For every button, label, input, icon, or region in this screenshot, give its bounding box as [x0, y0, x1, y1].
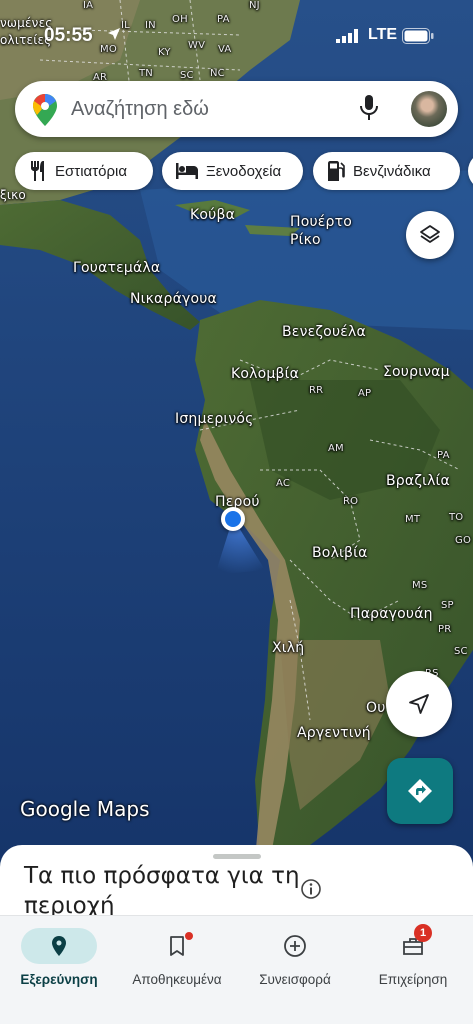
microphone-icon[interactable] [360, 95, 378, 121]
nav-label: Αποθηκευμένα [132, 972, 222, 987]
nav-business[interactable]: 1 Επιχείρηση [354, 922, 472, 992]
sheet-drag-handle[interactable] [213, 854, 261, 859]
state-code: MT [405, 514, 421, 525]
category-chips: Εστιατόρια Ξενοδοχεία Βενζινάδικα [0, 152, 473, 192]
label-suriname: Σουριναμ [383, 364, 450, 380]
chip-more[interactable] [468, 152, 473, 190]
state-code: MS [412, 580, 428, 591]
my-location-button[interactable] [386, 671, 452, 737]
notification-badge: 1 [414, 924, 432, 942]
label-bolivia: Βολιβία [312, 545, 368, 561]
state-code: SC [454, 646, 468, 657]
label-colombia: Κολομβία [231, 366, 300, 382]
nav-saved[interactable]: Αποθηκευμένα [118, 922, 236, 992]
state-code: SP [441, 600, 454, 611]
state-code: AM [328, 443, 344, 454]
signal-icon [336, 29, 358, 43]
bottom-navigation: Εξερεύνηση Αποθηκευμένα Συνεισφορά 1 Επι… [0, 915, 473, 1024]
chip-restaurants[interactable]: Εστιατόρια [15, 152, 153, 190]
gas-station-icon [328, 161, 345, 181]
chip-label: Βενζινάδικα [353, 162, 431, 180]
explore-pin-icon [52, 936, 66, 956]
nav-label: Εξερεύνηση [20, 972, 98, 987]
chip-hotels[interactable]: Ξενοδοχεία [162, 152, 303, 190]
label-paraguay: Παραγουάη [350, 606, 433, 622]
label-uruguay: Ου [366, 700, 386, 716]
hotel-icon [176, 163, 198, 179]
nav-label: Επιχείρηση [378, 972, 448, 987]
state-code: IA [83, 0, 94, 11]
chip-label: Εστιατόρια [55, 162, 127, 180]
state-code: NC [210, 68, 225, 79]
navigation-arrow-icon [409, 694, 429, 714]
state-code: PR [438, 624, 452, 635]
chip-gas-stations[interactable]: Βενζινάδικα [313, 152, 460, 190]
add-circle-icon [284, 935, 306, 957]
nav-contribute[interactable]: Συνεισφορά [236, 922, 354, 992]
label-guatemala: Γουατεμάλα [73, 260, 161, 276]
directions-icon [408, 779, 432, 803]
label-argentina: Αργεντινή [297, 725, 371, 741]
chip-label: Ξενοδοχεία [206, 162, 282, 180]
label-puerto-rico: Πουέρτο Ρίκο [290, 214, 353, 248]
status-bar: 05:55 LTE [0, 22, 473, 50]
google-maps-pin-icon [33, 94, 57, 126]
state-code: RO [343, 496, 359, 507]
directions-button[interactable] [387, 758, 453, 824]
state-code: NJ [249, 0, 260, 11]
state-code: GO [455, 535, 472, 546]
label-venezuela: Βενεζουέλα [282, 324, 366, 340]
network-type: LTE [368, 26, 398, 43]
layers-button[interactable] [406, 211, 454, 259]
nav-explore[interactable]: Εξερεύνηση [0, 922, 118, 992]
sheet-title: Τα πιο πρόσφατα για τη περιοχή [24, 863, 300, 919]
state-code: TO [449, 512, 464, 523]
label-ecuador: Ισημερινός [175, 411, 254, 427]
layers-icon [420, 225, 440, 243]
label-chile: Χιλή [272, 640, 305, 656]
state-code: SC [180, 70, 194, 81]
search-bar[interactable] [15, 81, 458, 137]
status-time: 05:55 [44, 25, 93, 46]
state-code: TN [139, 68, 153, 79]
state-code: RR [309, 385, 324, 396]
state-code: AP [358, 388, 372, 399]
notification-dot [185, 932, 193, 940]
nav-label: Συνεισφορά [259, 972, 331, 987]
label-brazil: Βραζιλία [386, 473, 450, 489]
label-cuba: Κούβα [190, 207, 236, 223]
battery-icon [402, 28, 434, 44]
label-nicaragua: Νικαράγουα [130, 291, 217, 307]
google-maps-logo: Google Maps [20, 797, 150, 821]
state-code: AC [276, 478, 291, 489]
search-input[interactable] [71, 94, 351, 124]
account-avatar[interactable] [411, 91, 447, 127]
restaurant-icon [31, 161, 44, 181]
current-location-dot[interactable] [221, 507, 245, 531]
map-view[interactable]: νωμένες ολιτείες ξικο Κούβα Πουέρτο Ρίκο… [0, 0, 473, 860]
state-code: PA [437, 450, 450, 461]
info-icon[interactable] [300, 878, 322, 900]
location-arrow-icon [108, 28, 120, 40]
